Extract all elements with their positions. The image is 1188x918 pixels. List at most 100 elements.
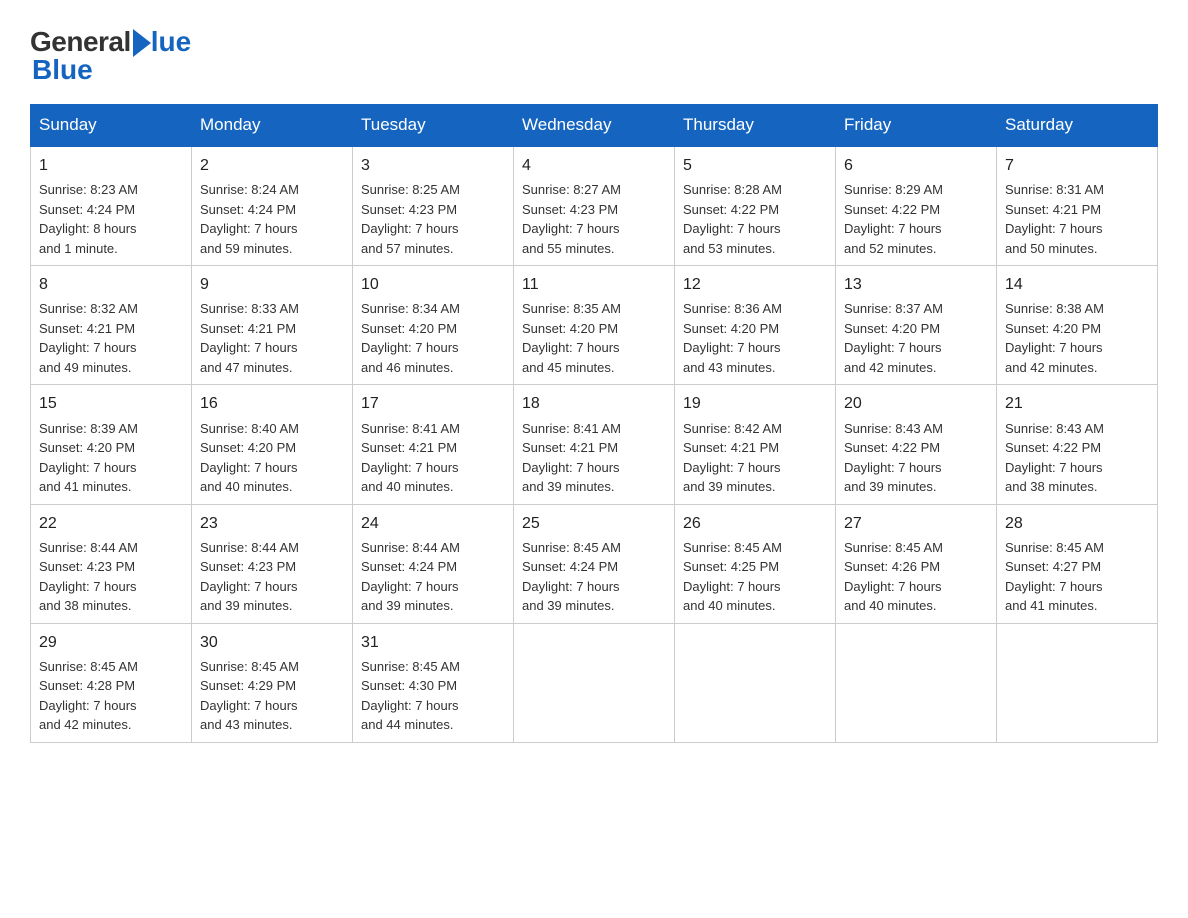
sunrise-text: Sunrise: 8:38 AM [1005,301,1104,316]
day-number: 31 [361,631,505,654]
daylight-text: Daylight: 7 hours [683,460,781,475]
daylight-text2: and 42 minutes. [1005,360,1098,375]
daylight-text: Daylight: 7 hours [1005,579,1103,594]
sunrise-text: Sunrise: 8:41 AM [361,421,460,436]
day-number: 23 [200,512,344,535]
weekday-header-saturday: Saturday [997,105,1158,147]
daylight-text: Daylight: 7 hours [683,579,781,594]
day-number: 12 [683,273,827,296]
daylight-text: Daylight: 7 hours [844,221,942,236]
daylight-text: Daylight: 7 hours [39,340,137,355]
daylight-text2: and 55 minutes. [522,241,615,256]
sunrise-text: Sunrise: 8:42 AM [683,421,782,436]
daylight-text2: and 39 minutes. [844,479,937,494]
daylight-text2: and 59 minutes. [200,241,293,256]
calendar-cell: 23 Sunrise: 8:44 AMSunset: 4:23 PMDayligh… [192,504,353,623]
daylight-text: Daylight: 7 hours [1005,340,1103,355]
day-info: Sunrise: 8:45 AMSunset: 4:30 PMDaylight:… [361,657,505,735]
day-info: Sunrise: 8:36 AMSunset: 4:20 PMDaylight:… [683,299,827,377]
daylight-text: Daylight: 7 hours [844,579,942,594]
day-number: 30 [200,631,344,654]
daylight-text: Daylight: 7 hours [200,221,298,236]
sunset-text: Sunset: 4:29 PM [200,678,296,693]
daylight-text2: and 38 minutes. [39,598,132,613]
day-info: Sunrise: 8:45 AMSunset: 4:27 PMDaylight:… [1005,538,1149,616]
sunset-text: Sunset: 4:27 PM [1005,559,1101,574]
calendar-cell: 16Sunrise: 8:40 AMSunset: 4:20 PMDayligh… [192,385,353,504]
day-number: 18 [522,392,666,415]
sunrise-text: Sunrise: 8:37 AM [844,301,943,316]
sunset-text: Sunset: 4:20 PM [361,321,457,336]
day-info: Sunrise: 8:27 AMSunset: 4:23 PMDaylight:… [522,180,666,258]
sunset-text: Sunset: 4:23 PM [361,202,457,217]
daylight-text: Daylight: 7 hours [1005,221,1103,236]
calendar-header-row: SundayMondayTuesdayWednesdayThursdayFrid… [31,105,1158,147]
day-number: 28 [1005,512,1149,535]
day-info: Sunrise: 8:45 AMSunset: 4:28 PMDaylight:… [39,657,183,735]
calendar-cell: 28 Sunrise: 8:45 AMSunset: 4:27 PMDayligh… [997,504,1158,623]
sunset-text: Sunset: 4:26 PM [844,559,940,574]
day-number: 27 [844,512,988,535]
calendar-cell: 30Sunrise: 8:45 AMSunset: 4:29 PMDayligh… [192,623,353,742]
daylight-text2: and 53 minutes. [683,241,776,256]
daylight-text2: and 47 minutes. [200,360,293,375]
daylight-text2: and 40 minutes. [844,598,937,613]
sunset-text: Sunset: 4:20 PM [683,321,779,336]
page-header: General lue Blue [30,20,1158,86]
daylight-text2: and 45 minutes. [522,360,615,375]
daylight-text: Daylight: 7 hours [522,460,620,475]
weekday-header-monday: Monday [192,105,353,147]
sunset-text: Sunset: 4:21 PM [683,440,779,455]
day-number: 20 [844,392,988,415]
sunset-text: Sunset: 4:22 PM [683,202,779,217]
day-info: Sunrise: 8:38 AMSunset: 4:20 PMDaylight:… [1005,299,1149,377]
day-info: Sunrise: 8:28 AMSunset: 4:22 PMDaylight:… [683,180,827,258]
calendar-cell: 14Sunrise: 8:38 AMSunset: 4:20 PMDayligh… [997,266,1158,385]
sunset-text: Sunset: 4:24 PM [200,202,296,217]
daylight-text2: and 46 minutes. [361,360,454,375]
sunrise-text: Sunrise: 8:36 AM [683,301,782,316]
sunrise-text: Sunrise: 8:41 AM [522,421,621,436]
sunrise-text: Sunrise: 8:29 AM [844,182,943,197]
sunset-text: Sunset: 4:21 PM [361,440,457,455]
sunrise-text: Sunrise: 8:24 AM [200,182,299,197]
daylight-text2: and 38 minutes. [1005,479,1098,494]
daylight-text2: and 43 minutes. [683,360,776,375]
daylight-text: Daylight: 7 hours [522,340,620,355]
day-number: 15 [39,392,183,415]
day-info: Sunrise: 8:44 AMSunset: 4:23 PMDaylight:… [200,538,344,616]
logo-blue-text: lue [151,26,191,58]
sunrise-text: Sunrise: 8:33 AM [200,301,299,316]
calendar-cell: 19Sunrise: 8:42 AMSunset: 4:21 PMDayligh… [675,385,836,504]
sunrise-text: Sunrise: 8:39 AM [39,421,138,436]
day-number: 10 [361,273,505,296]
sunrise-text: Sunrise: 8:45 AM [39,659,138,674]
day-number: 21 [1005,392,1149,415]
sunrise-text: Sunrise: 8:35 AM [522,301,621,316]
day-info: Sunrise: 8:44 AMSunset: 4:24 PMDaylight:… [361,538,505,616]
daylight-text: Daylight: 7 hours [361,340,459,355]
weekday-header-sunday: Sunday [31,105,192,147]
calendar-cell: 17Sunrise: 8:41 AMSunset: 4:21 PMDayligh… [353,385,514,504]
day-info: Sunrise: 8:45 AM Sunset: 4:26 PM Daylight:… [844,538,988,616]
day-info: Sunrise: 8:37 AMSunset: 4:20 PMDaylight:… [844,299,988,377]
logo: General lue Blue [30,20,191,86]
day-number: 22 [39,512,183,535]
day-info: Sunrise: 8:41 AMSunset: 4:21 PMDaylight:… [522,419,666,497]
calendar-cell: 5Sunrise: 8:28 AMSunset: 4:22 PMDaylight… [675,146,836,266]
day-number: 16 [200,392,344,415]
calendar-cell [514,623,675,742]
sunset-text: Sunset: 4:23 PM [522,202,618,217]
sunrise-text: Sunrise: 8:27 AM [522,182,621,197]
calendar-table: SundayMondayTuesdayWednesdayThursdayFrid… [30,104,1158,743]
daylight-text2: and 44 minutes. [361,717,454,732]
daylight-text2: and 40 minutes. [361,479,454,494]
day-number: 3 [361,154,505,177]
logo-arrow-icon [133,29,151,57]
calendar-cell: 12Sunrise: 8:36 AMSunset: 4:20 PMDayligh… [675,266,836,385]
sunset-text: Sunset: 4:24 PM [522,559,618,574]
calendar-cell: 9Sunrise: 8:33 AMSunset: 4:21 PMDaylight… [192,266,353,385]
weekday-header-tuesday: Tuesday [353,105,514,147]
calendar-cell: 4Sunrise: 8:27 AMSunset: 4:23 PMDaylight… [514,146,675,266]
sunrise-text: Sunrise: 8:45 AM [844,540,943,555]
